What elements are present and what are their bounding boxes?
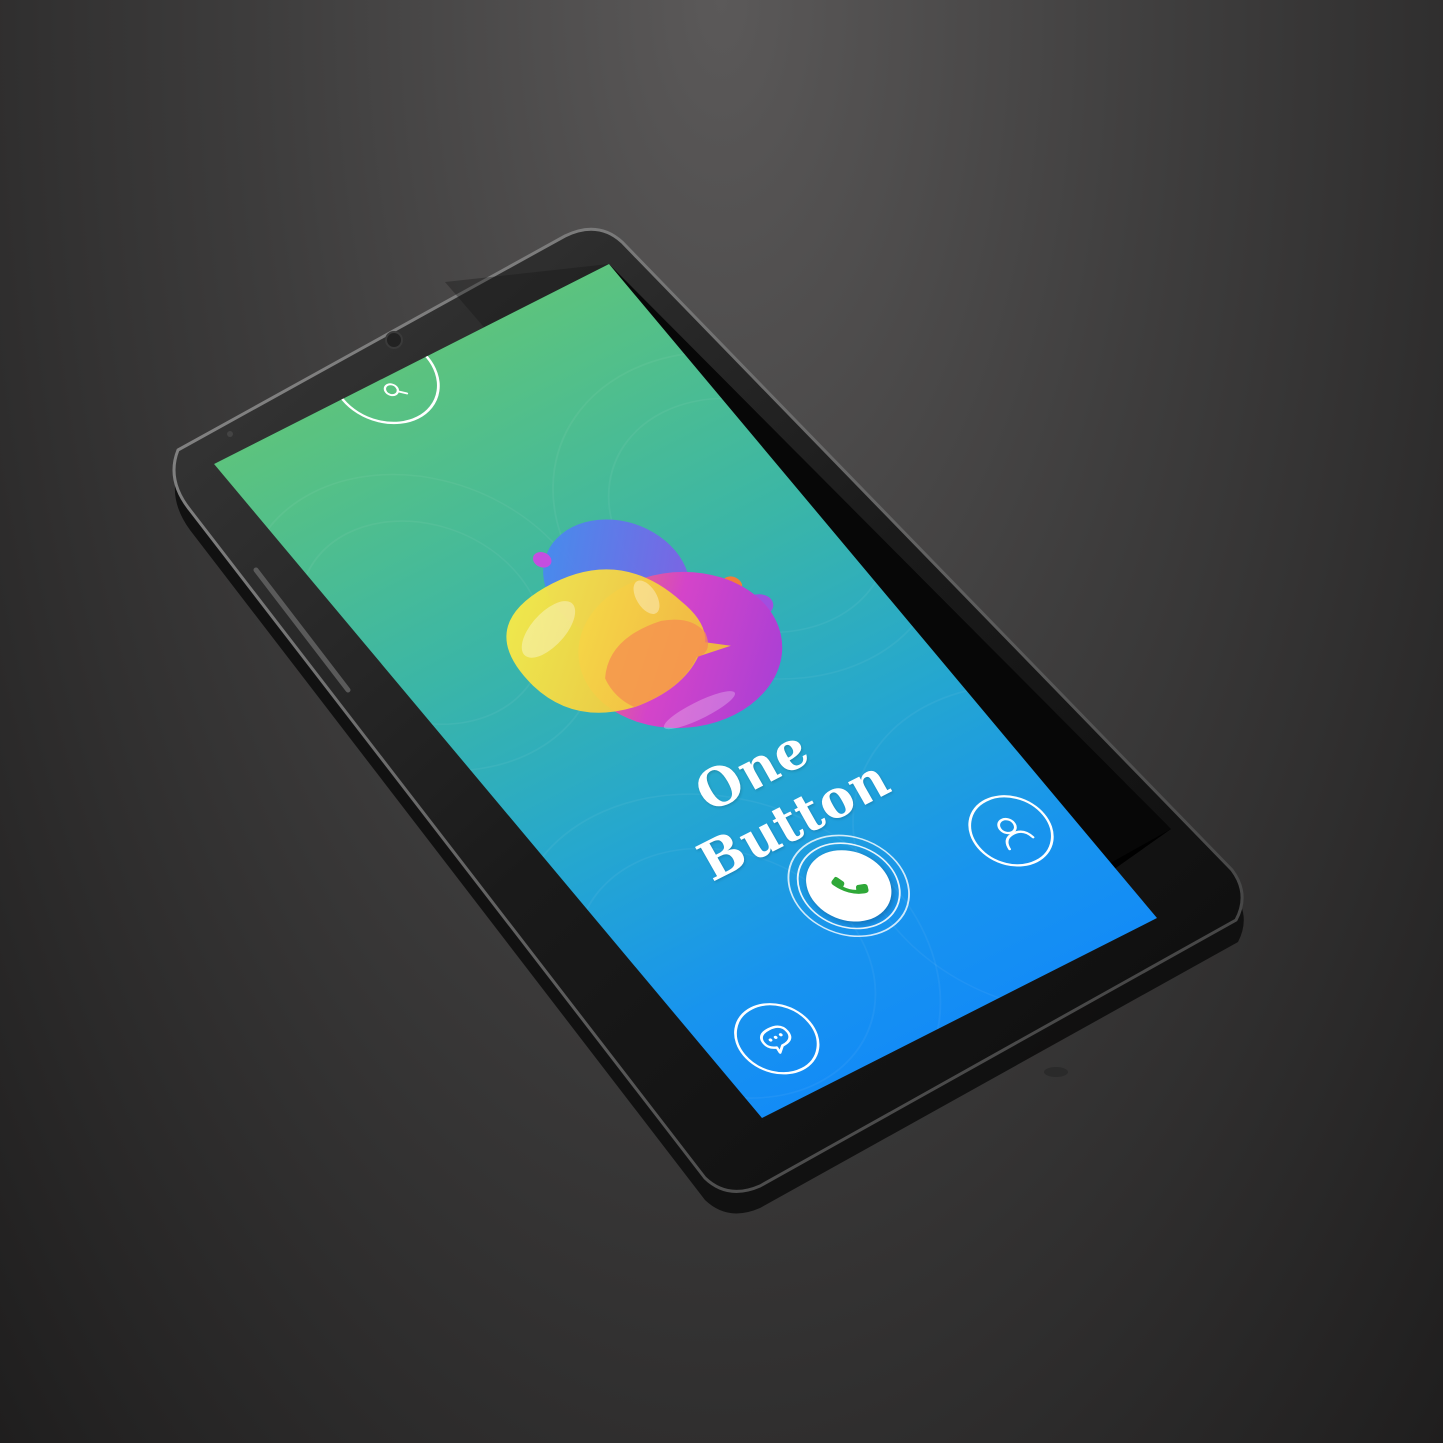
search-icon (383, 383, 409, 397)
chat-bubble-icon (760, 1025, 792, 1054)
sensor-dot (227, 431, 233, 437)
user-icon (997, 817, 1035, 851)
mockup-stage: One Button (0, 0, 1443, 1443)
front-camera (385, 331, 403, 349)
phone-icon (831, 876, 869, 894)
usb-port (1044, 1067, 1068, 1077)
